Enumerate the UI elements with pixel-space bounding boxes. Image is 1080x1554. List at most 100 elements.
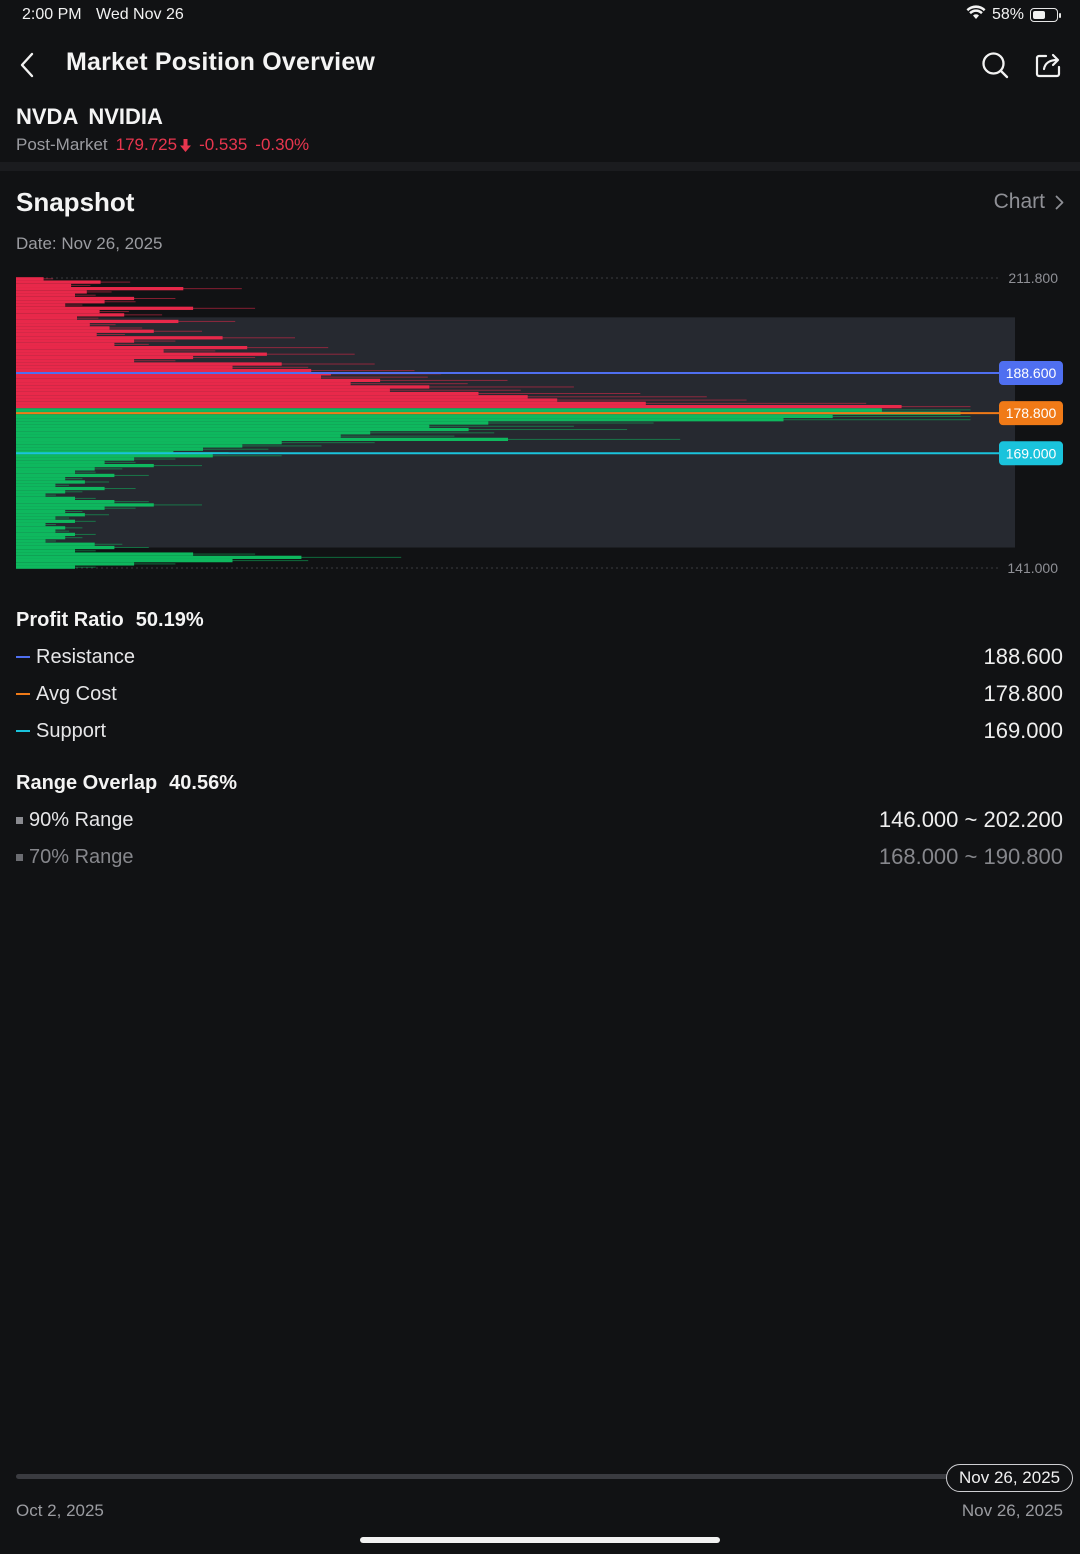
distribution-bar-tick <box>16 514 109 516</box>
avg-cost-label: Avg Cost <box>36 682 117 705</box>
snapshot-date: Date: Nov 26, 2025 <box>16 234 163 253</box>
distribution-bar-tick <box>16 304 83 306</box>
distribution-bar-tick <box>16 435 455 437</box>
distribution-bar-tick <box>16 396 707 398</box>
distribution-bar-tick <box>16 393 641 394</box>
support-row: Support 169.000 <box>16 718 1063 744</box>
distribution-bar-tick <box>16 386 574 388</box>
distribution-bar-tick <box>16 540 56 542</box>
distribution-bar-tick <box>16 363 375 365</box>
arrow-down-icon <box>180 138 192 152</box>
distribution-bar-tick <box>16 458 176 460</box>
distribution-bar-tick <box>16 501 149 503</box>
distribution-bar-tick <box>16 533 96 535</box>
y-tick-min: 141.000 <box>1007 560 1058 576</box>
distribution-bar-tick <box>16 425 574 427</box>
status-indicators: 58% <box>966 5 1061 25</box>
distribution-bar-tick <box>16 550 96 552</box>
home-indicator <box>360 1537 720 1543</box>
distribution-bar-tick <box>16 360 176 362</box>
back-button[interactable] <box>10 46 44 84</box>
battery-fill <box>1033 11 1045 19</box>
range-70-row: 70% Range 168.000 ~ 190.800 <box>16 844 1063 870</box>
distribution-bar-tick <box>16 402 867 404</box>
distribution-bar-tick <box>16 488 136 490</box>
distribution-bar-tick <box>16 517 70 519</box>
resistance-legend-swatch <box>16 656 30 658</box>
distribution-bar-tick <box>16 461 136 463</box>
wifi-icon <box>966 5 986 25</box>
stock-symbol: NVDA <box>16 104 79 129</box>
range-90-row: 90% Range 146.000 ~ 202.200 <box>16 807 1063 833</box>
support-legend-swatch <box>16 730 30 732</box>
distribution-bar-tick <box>16 474 149 476</box>
range-overlap-label: Range Overlap <box>16 772 158 794</box>
distribution-bar-tick <box>16 383 468 385</box>
share-button[interactable] <box>1029 46 1067 84</box>
distribution-bar-tick <box>16 537 83 539</box>
page-title: Market Position Overview <box>66 48 376 76</box>
distribution-bar-tick <box>16 379 508 381</box>
range-overlap-value: 40.56% <box>169 772 238 794</box>
distribution-bar-tick <box>16 478 83 480</box>
y-tick-max: 211.800 <box>1008 270 1058 286</box>
distribution-bar-tick <box>16 340 176 342</box>
battery-icon <box>1030 8 1061 22</box>
profit-ratio-label: Profit Ratio <box>16 609 124 631</box>
distribution-bar-tick <box>16 291 112 293</box>
quote-line: Post-Market 179.725 -0.535 -0.30% <box>16 135 309 155</box>
distribution-bar-tick <box>16 409 971 411</box>
price-change: -0.535 <box>199 135 248 154</box>
avg-cost-value: 178.800 <box>983 681 1063 706</box>
distribution-bar-tick <box>16 284 91 286</box>
distribution-bar-tick <box>16 445 322 447</box>
distribution-bar-tick <box>16 527 83 529</box>
timeline-track[interactable] <box>16 1474 956 1479</box>
marker-label: 178.800 <box>1006 405 1057 421</box>
distribution-bar-tick <box>16 415 971 417</box>
distribution-bar-tick <box>16 429 628 431</box>
distribution-bar-tick <box>16 556 402 558</box>
chart-link[interactable]: Chart <box>994 190 1064 214</box>
distribution-bar-tick <box>16 320 236 322</box>
distribution-bar-tick <box>16 301 136 303</box>
distribution-bar-tick <box>16 324 116 326</box>
distribution-bar-tick <box>16 422 654 424</box>
price: 179.725 <box>115 135 178 154</box>
search-icon <box>982 52 1009 79</box>
distribution-bar-tick <box>16 468 123 470</box>
distribution-bar-tick <box>16 432 495 434</box>
support-label: Support <box>36 719 107 742</box>
distribution-bar-tick <box>16 314 163 316</box>
range-90-value: 146.000 ~ 202.200 <box>878 807 1063 832</box>
distribution-bar-tick <box>16 353 355 355</box>
distribution-bar-tick <box>16 337 295 339</box>
session-label: Post-Market <box>16 135 108 154</box>
range-70-value: 168.000 ~ 190.800 <box>878 844 1063 869</box>
timeline-end-date: Nov 26, 2025 <box>961 1501 1063 1520</box>
support-value: 169.000 <box>983 718 1063 743</box>
range-90-swatch <box>16 816 23 824</box>
distribution-bar-tick <box>16 327 143 329</box>
status-date: Wed Nov 26 <box>96 6 184 23</box>
distribution-bar-tick <box>16 389 521 391</box>
stock-name: NVIDIA <box>88 104 163 129</box>
distribution-bar-tick <box>16 481 109 483</box>
distribution-bar-tick <box>16 334 125 336</box>
timeline-handle[interactable]: Nov 26, 2025 <box>946 1464 1074 1492</box>
distribution-bar-tick <box>16 356 256 358</box>
stock-heading: NVDA NVIDIA <box>16 104 173 130</box>
battery-percent: 58% <box>991 6 1024 23</box>
distribution-bar-tick <box>16 524 56 526</box>
distribution-bar-tick <box>16 455 282 457</box>
search-button[interactable] <box>976 46 1014 84</box>
avg-cost-legend-swatch <box>16 693 30 695</box>
distribution-bar-tick <box>16 330 202 332</box>
distribution-bar-tick <box>16 343 149 345</box>
distribution-bar-tick <box>16 491 83 493</box>
price-change-pct: -0.30% <box>255 135 310 154</box>
distribution-bar-tick <box>16 520 96 522</box>
chart-link-label: Chart <box>993 190 1045 213</box>
range-70-label: 70% Range <box>29 845 134 868</box>
distribution-bar-tick <box>16 399 747 401</box>
